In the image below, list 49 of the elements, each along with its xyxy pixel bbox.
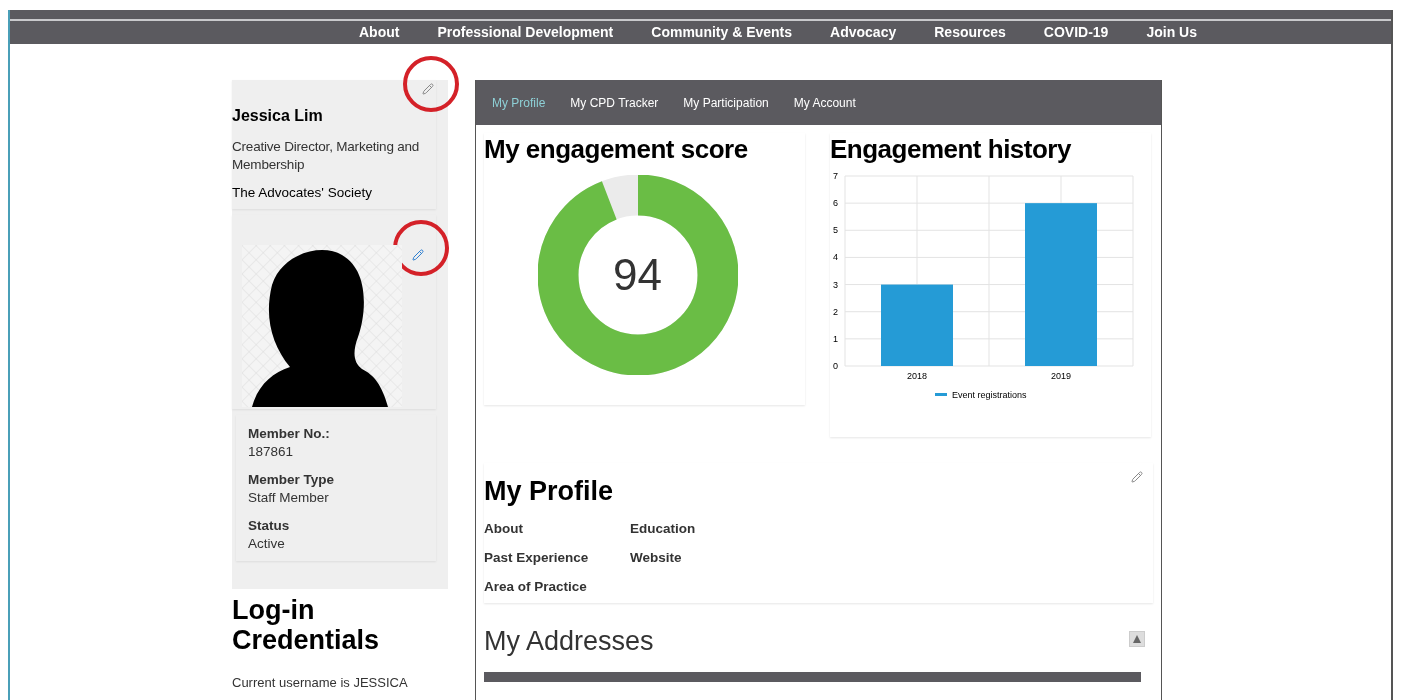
nav-link[interactable]: Professional Development (437, 22, 614, 43)
nav-link[interactable]: About (359, 22, 400, 43)
y-tick-label: 0 (833, 361, 838, 371)
member-name: Jessica Lim (232, 106, 324, 126)
x-tick-label: 2018 (907, 371, 927, 381)
legend-swatch (935, 393, 947, 396)
username-text: Current username is JESSICA (232, 674, 409, 693)
tab[interactable]: My Profile (492, 93, 546, 112)
edit-icon[interactable] (412, 249, 424, 262)
card-heading: My Profile (484, 475, 614, 508)
card-heading: My Addresses (484, 625, 654, 658)
y-tick-label: 6 (833, 198, 838, 209)
tab[interactable]: My Participation (683, 93, 769, 112)
edit-icon[interactable] (1131, 471, 1143, 483)
nav-link[interactable]: Community & Events (651, 22, 793, 43)
collapse-button[interactable] (1129, 631, 1145, 647)
detail-value: 187861 (248, 443, 295, 462)
nav-link[interactable]: Join Us (1146, 22, 1197, 43)
y-tick-label: 4 (833, 252, 838, 263)
nav-link[interactable]: COVID-19 (1043, 22, 1109, 43)
member-organization: The Advocates' Society (232, 184, 373, 202)
section-heading: Log-in Credentials (232, 595, 381, 656)
y-tick-label: 1 (833, 333, 838, 344)
detail-value: Active (248, 535, 286, 554)
legend-label: Event registrations (952, 390, 1027, 400)
profile-field-label: Area of Practice (484, 577, 588, 596)
detail-label: Status (248, 517, 291, 536)
tab[interactable]: My Account (793, 93, 856, 112)
y-tick-label: 3 (833, 279, 838, 290)
member-title: Creative Director, Marketing and Membership (232, 138, 421, 174)
y-tick-label: 7 (833, 171, 838, 181)
detail-value: Staff Member (248, 489, 330, 508)
score-value: 94 (613, 249, 662, 301)
card-heading: My engagement score (484, 133, 749, 165)
tab[interactable]: My CPD Tracker (570, 93, 659, 112)
nav-link[interactable]: Advocacy (830, 22, 897, 43)
triangle-up-icon (1133, 635, 1141, 643)
detail-label: Member No.: (248, 425, 331, 444)
nav-link[interactable]: Resources (934, 22, 1006, 43)
profile-field-label: Website (630, 548, 683, 567)
y-tick-label: 2 (833, 306, 838, 317)
profile-field-label: About (484, 519, 524, 538)
profile-field-label: Education (630, 519, 697, 538)
card-heading: Engagement history (830, 133, 1072, 165)
detail-label: Member Type (248, 471, 336, 490)
edit-icon[interactable] (422, 83, 434, 95)
profile-field-label: Past Experience (484, 548, 590, 567)
y-tick-label: 5 (833, 225, 838, 236)
x-tick-label: 2019 (1051, 371, 1071, 381)
